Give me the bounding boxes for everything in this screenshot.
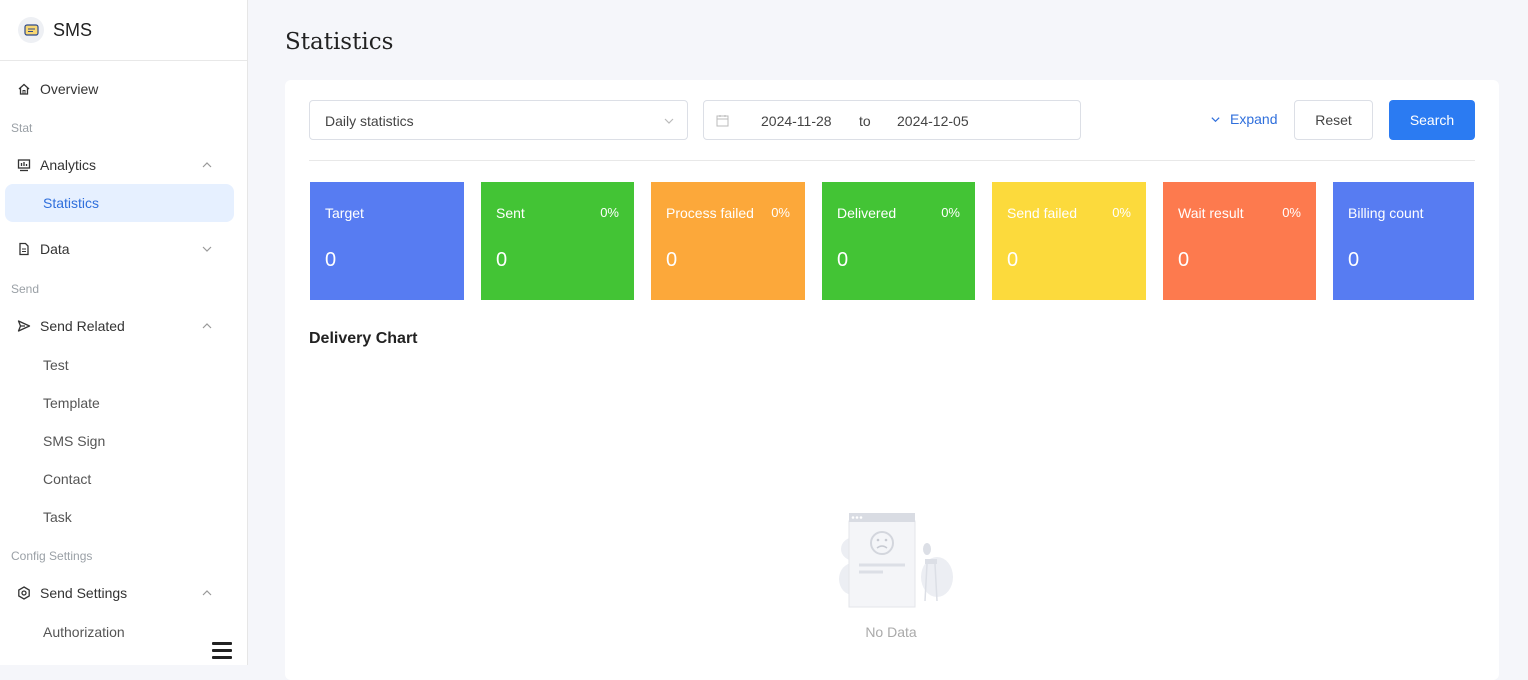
nav-data[interactable]: Data: [0, 240, 248, 258]
section-config-settings: Config Settings: [11, 549, 93, 563]
stat-percent: 0%: [771, 205, 790, 220]
stat-value: 0: [666, 249, 678, 271]
stat-card: Send failed 0% 0: [992, 182, 1146, 300]
settings-icon: [18, 586, 30, 600]
stat-type-select[interactable]: Daily statistics: [309, 100, 688, 140]
stat-value: 0: [837, 249, 849, 271]
empty-data-text: No Data: [865, 624, 917, 640]
stat-value: 0: [496, 249, 508, 271]
sms-logo-icon: [18, 17, 44, 43]
expand-button[interactable]: Expand: [1210, 111, 1277, 127]
stat-card: Target 0: [310, 182, 464, 300]
chevron-down-icon: [202, 246, 212, 252]
stat-card: Process failed 0% 0: [651, 182, 805, 300]
statistics-card: Daily statistics 2024-11-28 to 2024-12-0…: [285, 80, 1499, 680]
home-icon: [18, 83, 30, 95]
nav-data-label: Data: [40, 241, 70, 257]
chevron-up-icon: [202, 323, 212, 329]
nav-send-settings-label: Send Settings: [40, 585, 128, 601]
chevron-up-icon: [202, 590, 212, 596]
app-name: SMS: [53, 19, 93, 40]
nav-test[interactable]: Test: [43, 357, 69, 373]
nav-overview-label: Overview: [40, 81, 99, 97]
date-start[interactable]: 2024-11-28: [761, 113, 832, 129]
stat-title: Send failed: [1007, 205, 1078, 221]
menu-toggle-icon[interactable]: [212, 642, 232, 660]
stat-card: Delivered 0% 0: [822, 182, 975, 300]
stat-value: 0: [325, 249, 337, 271]
nav-statistics-label: Statistics: [43, 195, 100, 211]
stat-value: 0: [1178, 249, 1190, 271]
stat-card: Sent 0% 0: [481, 182, 634, 300]
stat-card: Wait result 0% 0: [1163, 182, 1316, 300]
document-icon: [19, 242, 29, 256]
nav-sms-sign[interactable]: SMS Sign: [43, 433, 105, 449]
send-icon: [17, 320, 31, 332]
date-range-picker[interactable]: 2024-11-28 to 2024-12-05: [703, 100, 1081, 140]
empty-data-icon: [839, 513, 953, 608]
stat-title: Wait result: [1178, 205, 1244, 221]
nav-authorization[interactable]: Authorization: [43, 624, 125, 640]
stat-card: Billing count 0: [1333, 182, 1474, 300]
chevron-down-icon: [1211, 116, 1220, 122]
stat-title: Sent: [496, 205, 525, 221]
stat-value: 0: [1348, 249, 1360, 271]
search-button[interactable]: Search: [1389, 100, 1475, 140]
page-title: Statistics: [285, 29, 394, 55]
nav-statistics[interactable]: Statistics: [5, 184, 234, 222]
stat-percent: 0%: [1282, 205, 1301, 220]
date-end[interactable]: 2024-12-05: [897, 113, 969, 129]
calendar-icon: [716, 115, 729, 127]
nav-task[interactable]: Task: [43, 509, 72, 525]
stat-percent: 0%: [1112, 205, 1131, 220]
stat-title: Billing count: [1348, 205, 1424, 221]
divider: [309, 160, 1475, 161]
stat-type-value: Daily statistics: [325, 113, 414, 129]
stat-value: 0: [1007, 249, 1019, 271]
stat-title: Delivered: [837, 205, 897, 221]
nav-analytics[interactable]: Analytics: [0, 156, 248, 174]
stat-title: Target: [325, 205, 364, 221]
chevron-up-icon: [202, 162, 212, 168]
analytics-icon: [17, 159, 31, 172]
nav-send-settings[interactable]: Send Settings: [0, 584, 248, 602]
delivery-chart-title: Delivery Chart: [309, 330, 418, 347]
brand: SMS: [0, 0, 247, 61]
expand-label: Expand: [1230, 111, 1278, 127]
date-separator: to: [859, 113, 871, 129]
stat-percent: 0%: [600, 205, 619, 220]
nav-overview[interactable]: Overview: [0, 80, 248, 98]
stat-title: Process failed: [666, 205, 754, 221]
nav-analytics-label: Analytics: [40, 157, 97, 173]
nav-send-related[interactable]: Send Related: [0, 317, 248, 335]
stat-percent: 0%: [941, 205, 960, 220]
nav-contact[interactable]: Contact: [43, 471, 91, 487]
sidebar: SMS Overview Stat Analytics Statistics D…: [0, 0, 248, 665]
reset-button[interactable]: Reset: [1294, 100, 1373, 140]
section-stat: Stat: [11, 121, 33, 135]
section-send: Send: [11, 282, 40, 296]
nav-template[interactable]: Template: [43, 395, 100, 411]
chevron-down-icon: [664, 118, 674, 124]
nav-send-related-label: Send Related: [40, 318, 125, 334]
